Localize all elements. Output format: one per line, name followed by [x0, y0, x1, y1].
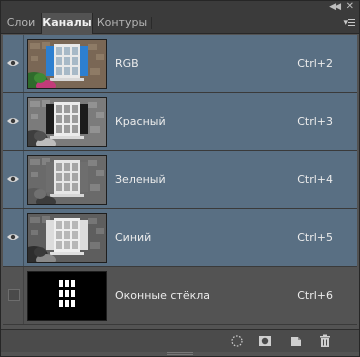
close-icon[interactable]: ✕ [346, 1, 354, 12]
channel-row-blue[interactable]: Синий Ctrl+5 [3, 209, 357, 267]
visibility-toggle[interactable] [3, 93, 24, 150]
tab-bar: Слои Каналы Контуры ▾ [1, 13, 359, 34]
channel-thumbnail [27, 271, 107, 321]
panel-menu-icon[interactable]: ▾ [343, 17, 355, 28]
channel-row-red[interactable]: Красный Ctrl+3 [3, 93, 357, 151]
eye-icon [7, 60, 19, 66]
tab-layers[interactable]: Слои [1, 13, 41, 33]
channel-shortcut: Ctrl+3 [297, 115, 333, 128]
channel-name: Оконные стёкла [115, 289, 211, 302]
eye-icon [7, 118, 19, 124]
panel-footer [1, 329, 359, 352]
channel-shortcut: Ctrl+4 [297, 173, 333, 186]
double-chevron-icon[interactable]: ◀◀ [329, 2, 341, 12]
save-selection-icon[interactable] [257, 334, 273, 348]
channel-shortcut: Ctrl+5 [297, 231, 333, 244]
visibility-toggle[interactable] [3, 35, 24, 92]
resize-grip[interactable] [167, 352, 193, 356]
channel-name: Красный [115, 115, 166, 128]
channel-name: Зеленый [115, 173, 166, 186]
channel-name: RGB [115, 57, 139, 70]
channel-row-rgb[interactable]: RGB Ctrl+2 [3, 35, 357, 93]
new-channel-icon[interactable] [288, 334, 304, 348]
channel-row-alpha[interactable]: Оконные стёкла Ctrl+6 [3, 267, 357, 325]
eye-icon [7, 234, 19, 240]
channel-thumbnail [27, 155, 107, 205]
tab-channels[interactable]: Каналы [41, 13, 93, 34]
eye-icon [7, 176, 19, 182]
visibility-toggle[interactable] [3, 209, 24, 266]
channel-thumbnail [27, 97, 107, 147]
visibility-toggle[interactable] [3, 267, 24, 324]
visibility-toggle[interactable] [3, 151, 24, 208]
trash-icon[interactable] [317, 334, 333, 348]
panel-title-bar[interactable]: ◀◀ ✕ [1, 1, 359, 13]
load-selection-icon[interactable] [229, 334, 245, 348]
tab-paths[interactable]: Контуры [93, 13, 151, 33]
channel-list: RGB Ctrl+2 Красный Ctrl+3 Зеленый Ctrl+4… [3, 35, 357, 327]
visibility-checkbox[interactable] [8, 289, 20, 301]
channel-thumbnail [27, 39, 107, 89]
channel-row-green[interactable]: Зеленый Ctrl+4 [3, 151, 357, 209]
channel-thumbnail [27, 213, 107, 263]
channel-shortcut: Ctrl+2 [297, 57, 333, 70]
channel-shortcut: Ctrl+6 [297, 289, 333, 302]
tab-divider [151, 17, 152, 29]
channel-name: Синий [115, 231, 152, 244]
channels-panel: ◀◀ ✕ Слои Каналы Контуры ▾ RGB Ctrl+2 Кр… [0, 0, 360, 357]
